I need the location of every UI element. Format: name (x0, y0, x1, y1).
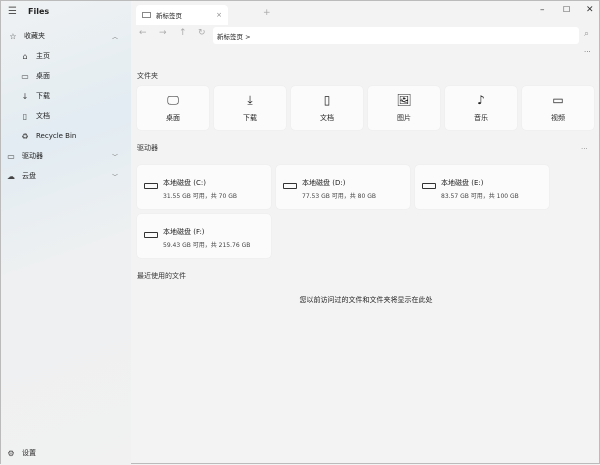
folder-label: 图片 (397, 114, 411, 122)
tab-icon (142, 12, 151, 18)
drive-card-e[interactable]: 本地磁盘 (E:) 83.57 GB 可用，共 100 GB (415, 165, 549, 209)
recent-empty-message: 您以前访问过的文件和文件夹将显示在此处 (299, 296, 433, 304)
drive-card-f[interactable]: 本地磁盘 (F:) 59.43 GB 可用，共 215.76 GB (137, 214, 271, 258)
tab-label: 新标签页 (156, 12, 182, 20)
drive-name: 本地磁盘 (F:) (163, 228, 205, 236)
sidebar-item-documents[interactable]: ▯ 文档 (20, 108, 50, 124)
sidebar-item-downloads[interactable]: ↓ 下载 (20, 88, 50, 104)
folder-card-documents[interactable]: ▯ 文档 (291, 86, 363, 130)
desktop-icon: ▭ (21, 71, 29, 81)
drive-space: 59.43 GB 可用，共 215.76 GB (163, 242, 251, 249)
drive-icon (422, 183, 436, 189)
favorites-label: 收藏夹 (24, 32, 45, 40)
back-button[interactable]: ← (139, 28, 147, 38)
close-button[interactable]: ✕ (586, 5, 594, 15)
gear-icon: ⚙ (7, 448, 15, 458)
minimize-button[interactable]: – (540, 5, 545, 15)
drive-icon (283, 183, 297, 189)
folder-label: 桌面 (166, 114, 180, 122)
sidebar-item-recycle-bin[interactable]: ♻ Recycle Bin (20, 128, 76, 144)
forward-button[interactable]: → (159, 28, 167, 38)
sidebar-drives[interactable]: ▭ 驱动器 ﹀ (6, 148, 128, 164)
drive-icon: ▭ (7, 151, 15, 161)
drive-name: 本地磁盘 (D:) (302, 179, 346, 187)
app-title: Files (28, 7, 50, 16)
desktop-icon: 🖵 (167, 93, 179, 107)
folder-label: 视频 (551, 114, 565, 122)
folder-label: 文档 (320, 114, 334, 122)
document-icon: ▯ (323, 93, 331, 107)
drive-icon (144, 232, 158, 238)
folder-label: 音乐 (474, 114, 488, 122)
sidebar-item-label: 文档 (36, 112, 50, 120)
sidebar: ☰ Files ☆ 收藏夹 ︿ ⌂ 主页 ▭ 桌面 ↓ 下载 ▯ 文档 ♻ Recycle B… (1, 1, 131, 465)
home-icon: ⌂ (22, 51, 28, 61)
folder-card-downloads[interactable]: ⤓ 下载 (214, 86, 286, 130)
chevron-up-icon: ︿ (111, 33, 118, 41)
cloud-icon: ☁ (7, 171, 15, 181)
up-button[interactable]: ↑ (179, 28, 187, 38)
drive-card-d[interactable]: 本地磁盘 (D:) 77.53 GB 可用，共 80 GB (276, 165, 410, 209)
download-icon: ⤓ (247, 93, 253, 107)
sidebar-item-home[interactable]: ⌂ 主页 (20, 48, 50, 64)
download-icon: ↓ (21, 91, 29, 101)
drive-name: 本地磁盘 (C:) (163, 179, 206, 187)
new-tab-button[interactable]: + (263, 8, 271, 18)
video-icon: ▭ (552, 93, 564, 107)
folder-label: 下载 (243, 114, 257, 122)
cloud-label: 云盘 (22, 172, 36, 180)
drives-more-button[interactable]: ··· (581, 145, 588, 153)
close-tab-icon[interactable]: × (216, 11, 222, 19)
picture-icon: 🖼 (396, 93, 412, 107)
menu-icon[interactable]: ☰ (8, 6, 17, 17)
drive-space: 31.55 GB 可用，共 70 GB (163, 193, 237, 200)
chevron-down-icon: ﹀ (111, 173, 118, 181)
sidebar-settings[interactable]: ⚙ 设置 (6, 445, 36, 461)
music-icon: ♪ (477, 93, 485, 107)
sidebar-cloud[interactable]: ☁ 云盘 ﹀ (6, 168, 128, 184)
folder-card-videos[interactable]: ▭ 视频 (522, 86, 594, 130)
sidebar-item-desktop[interactable]: ▭ 桌面 (20, 68, 50, 84)
address-bar[interactable]: 新标签页 > (213, 27, 579, 44)
drive-icon (144, 183, 158, 189)
drives-label: 驱动器 (22, 152, 43, 160)
breadcrumb[interactable]: 新标签页 > (217, 31, 251, 41)
more-options-button[interactable]: ··· (584, 48, 591, 56)
chevron-down-icon: ﹀ (111, 153, 118, 161)
drive-name: 本地磁盘 (E:) (441, 179, 484, 187)
folders-heading: 文件夹 (137, 72, 158, 80)
sidebar-item-label: 主页 (36, 52, 50, 60)
maximize-button[interactable]: ☐ (563, 5, 570, 14)
folder-card-pictures[interactable]: 🖼 图片 (368, 86, 440, 130)
recycle-bin-icon: ♻ (21, 131, 29, 141)
sidebar-item-label: 下载 (36, 92, 50, 100)
search-icon[interactable]: ⌕ (584, 29, 589, 39)
star-icon: ☆ (9, 31, 17, 41)
drives-heading: 驱动器 (137, 144, 158, 152)
document-icon: ▯ (22, 111, 28, 121)
sidebar-item-label: 桌面 (36, 72, 50, 80)
settings-label: 设置 (22, 449, 36, 457)
drive-card-c[interactable]: 本地磁盘 (C:) 31.55 GB 可用，共 70 GB (137, 165, 271, 209)
folder-card-music[interactable]: ♪ 音乐 (445, 86, 517, 130)
sidebar-item-label: Recycle Bin (36, 132, 77, 140)
recent-files-heading: 最近使用的文件 (137, 272, 186, 280)
refresh-button[interactable]: ↻ (198, 28, 206, 38)
sidebar-favorites[interactable]: ☆ 收藏夹 ︿ (8, 28, 128, 44)
drive-space: 83.57 GB 可用，共 100 GB (441, 193, 519, 200)
folder-card-desktop[interactable]: 🖵 桌面 (137, 86, 209, 130)
drive-space: 77.53 GB 可用，共 80 GB (302, 193, 376, 200)
tab-new-tab[interactable]: 新标签页 × (136, 5, 228, 25)
